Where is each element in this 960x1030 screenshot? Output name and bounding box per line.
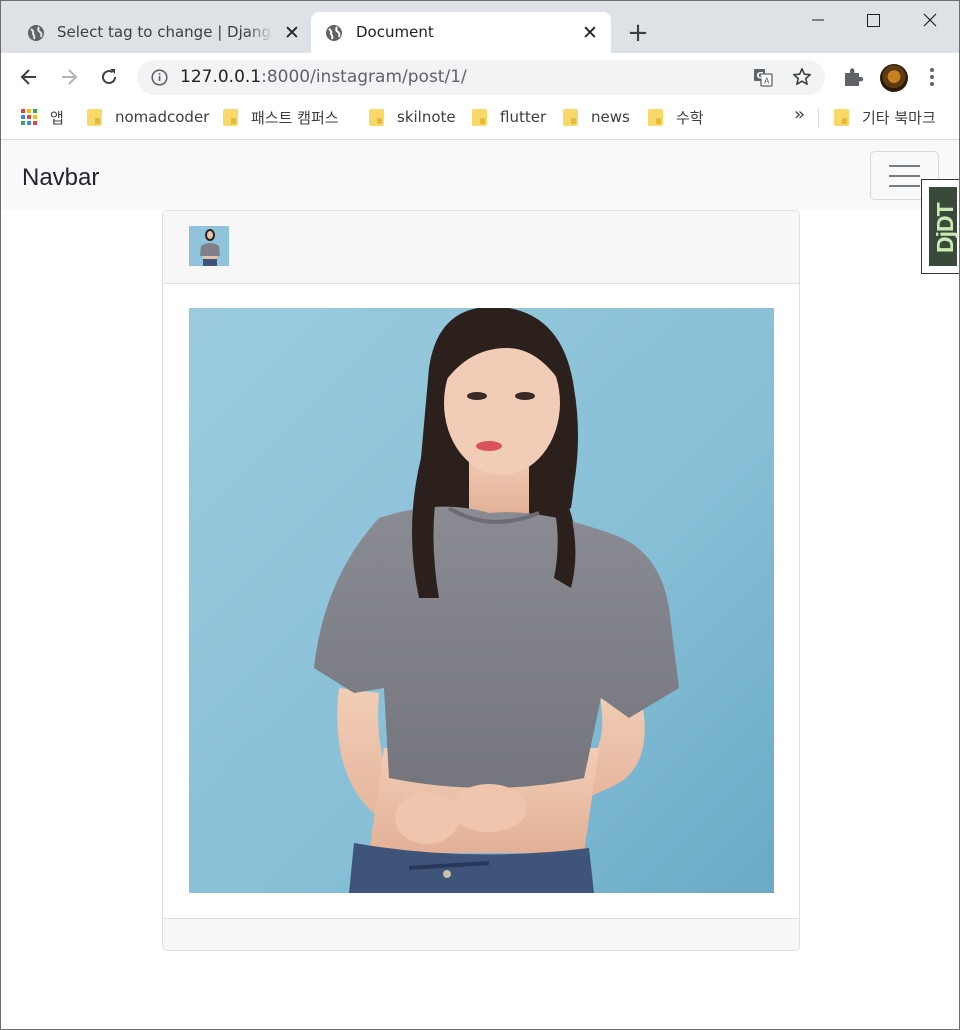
- bookmark-folder-skilnote[interactable]: skilnote: [369, 106, 456, 128]
- folder-icon: [834, 108, 849, 126]
- url-text: 127.0.0.1:8000/instagram/post/1/: [180, 60, 467, 95]
- reload-icon: [102, 69, 117, 85]
- bookmark-folder-flutter[interactable]: flutter: [472, 106, 546, 128]
- folder-icon: [472, 108, 487, 126]
- page-viewport: Navbar DjDT: [1, 140, 959, 1029]
- bookmark-label: 앱: [50, 108, 64, 127]
- url-path: :8000/instagram/post/1/: [261, 67, 467, 87]
- folder-icon: [563, 108, 578, 126]
- extensions-puzzle-icon[interactable]: [842, 66, 864, 92]
- bookmark-label: skilnote: [397, 108, 456, 126]
- navbar-brand[interactable]: Navbar: [22, 140, 99, 216]
- back-button[interactable]: [15, 63, 43, 91]
- address-bar[interactable]: 127.0.0.1:8000/instagram/post/1/ GA: [137, 60, 825, 95]
- tab-title: Document: [356, 23, 434, 41]
- minimize-button[interactable]: [803, 7, 833, 33]
- bookmark-label: news: [591, 108, 630, 126]
- forward-button[interactable]: [55, 63, 83, 91]
- profile-avatar[interactable]: [880, 64, 908, 92]
- author-avatar-thumbnail[interactable]: [189, 226, 229, 266]
- djdt-label: DjDT: [932, 203, 958, 253]
- post-card-footer: [163, 918, 799, 950]
- globe-icon: [325, 24, 343, 46]
- close-tab-icon[interactable]: ✕: [283, 24, 301, 43]
- translate-icon[interactable]: GA: [753, 68, 773, 91]
- browser-toolbar: 127.0.0.1:8000/instagram/post/1/ GA: [1, 53, 959, 101]
- bookmark-star-icon[interactable]: [792, 67, 812, 91]
- bookmark-label: 기타 북마크: [862, 108, 936, 127]
- bookmark-label: 수학: [676, 108, 704, 127]
- bookmark-folder-fastcampus[interactable]: 패스트 캠퍼스: [223, 106, 339, 128]
- folder-icon: [87, 108, 102, 126]
- bookmark-label: 패스트 캠퍼스: [251, 108, 339, 127]
- globe-icon: [27, 24, 45, 46]
- tab-title: Select tag to change | Django site admin: [57, 23, 273, 41]
- bookmark-folder-math[interactable]: 수학: [648, 106, 704, 128]
- site-info-icon[interactable]: [151, 69, 168, 90]
- svg-text:A: A: [764, 77, 770, 86]
- close-tab-icon[interactable]: ✕: [581, 24, 599, 43]
- tab-django-admin[interactable]: Select tag to change | Django site admin…: [15, 12, 309, 53]
- bookmarks-overflow-button[interactable]: »: [794, 104, 805, 125]
- url-host: 127.0.0.1: [180, 67, 262, 87]
- folder-icon: [648, 108, 663, 126]
- bookmark-folder-news[interactable]: news: [563, 106, 630, 128]
- bookmark-folder-nomadcoder[interactable]: nomadcoder: [87, 106, 209, 128]
- bookmark-label: flutter: [500, 108, 547, 126]
- bookmarks-divider: [818, 108, 819, 128]
- navbar: Navbar: [1, 140, 959, 210]
- browser-window: Select tag to change | Django site admin…: [0, 0, 960, 1030]
- browser-menu-icon[interactable]: [927, 65, 937, 89]
- back-arrow-icon: [20, 69, 36, 85]
- tab-document[interactable]: Document ✕: [311, 12, 611, 53]
- post-card: [162, 210, 800, 951]
- tab-strip: Select tag to change | Django site admin…: [1, 1, 959, 53]
- close-window-button[interactable]: [915, 7, 945, 33]
- folder-icon: [223, 108, 238, 126]
- django-debug-toolbar-handle[interactable]: DjDT: [921, 179, 959, 274]
- djdt-logo: DjDT: [929, 187, 958, 266]
- maximize-button[interactable]: [858, 7, 888, 33]
- bookmark-apps[interactable]: 앱: [21, 106, 64, 128]
- reload-button[interactable]: [95, 63, 123, 91]
- post-card-header: [163, 211, 799, 284]
- bookmark-label: nomadcoder: [115, 108, 210, 126]
- forward-arrow-icon: [62, 69, 78, 85]
- bookmark-folder-other[interactable]: 기타 북마크: [834, 106, 936, 128]
- svg-text:G: G: [757, 72, 764, 82]
- post-photo: [189, 308, 774, 893]
- bookmarks-bar: 앱 nomadcoder 패스트 캠퍼스 skilnote flutter ne…: [1, 101, 959, 140]
- folder-icon: [369, 108, 384, 126]
- new-tab-button[interactable]: +: [625, 20, 651, 47]
- apps-grid-icon: [21, 109, 37, 125]
